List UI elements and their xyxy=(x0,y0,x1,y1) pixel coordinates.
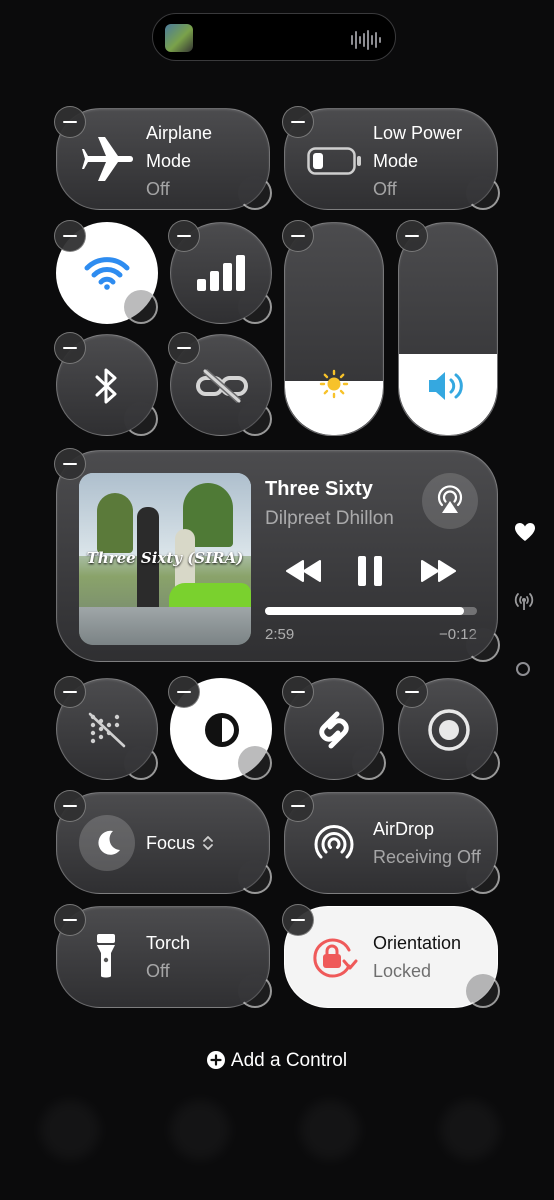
page-dot-icon[interactable] xyxy=(516,662,530,676)
resize-low-power-handle[interactable] xyxy=(466,176,500,210)
pause-button[interactable] xyxy=(355,555,385,587)
resize-torch-handle[interactable] xyxy=(238,974,272,1008)
airplane-icon xyxy=(82,137,133,181)
background-blur xyxy=(170,1100,230,1160)
airplay-button[interactable] xyxy=(422,473,478,529)
resize-airdrop-handle[interactable] xyxy=(466,860,500,894)
heart-icon[interactable] xyxy=(514,522,536,542)
elapsed-time: 2:59 xyxy=(265,626,295,643)
background-blur xyxy=(40,1100,100,1160)
remove-hotspot-button[interactable] xyxy=(168,332,200,364)
remove-bluetooth-button[interactable] xyxy=(54,332,86,364)
plus-circle-icon xyxy=(206,1051,225,1069)
flashlight-icon xyxy=(97,934,115,978)
volume-slider[interactable] xyxy=(398,222,498,436)
remove-low-power-button[interactable] xyxy=(282,106,314,138)
resize-orientation-handle[interactable] xyxy=(466,974,500,1008)
orientation-title: Orientation xyxy=(373,933,462,953)
fast-forward-button[interactable] xyxy=(420,559,456,583)
link-slash-icon xyxy=(196,369,248,403)
resize-shazam-handle[interactable] xyxy=(352,746,386,780)
screen-mirroring-off-icon xyxy=(88,712,126,748)
resize-airplane-handle[interactable] xyxy=(238,176,272,210)
remove-wifi-button[interactable] xyxy=(54,220,86,252)
remove-orientation-button[interactable] xyxy=(282,904,314,936)
orientation-lock-icon xyxy=(313,938,358,978)
playback-progress-bar[interactable] xyxy=(265,607,477,615)
track-artist: Dilpreet Dhillon xyxy=(265,508,394,529)
remove-volume-button[interactable] xyxy=(396,220,428,252)
add-control-button[interactable]: Add a Control xyxy=(0,1050,554,1072)
cellular-signal-icon xyxy=(197,255,245,291)
dynamic-island[interactable] xyxy=(152,13,396,61)
resize-bluetooth-handle[interactable] xyxy=(124,402,158,436)
resize-record-handle[interactable] xyxy=(466,746,500,780)
airplane-status: Off xyxy=(146,179,170,199)
remove-airdrop-button[interactable] xyxy=(282,790,314,822)
airdrop-title: AirDrop xyxy=(373,819,435,839)
moon-icon xyxy=(98,830,120,855)
battery-icon xyxy=(307,147,361,175)
brightness-slider[interactable] xyxy=(284,222,384,436)
now-playing-widget[interactable]: Three Sixty (SIRA) Three Sixty Dilpreet … xyxy=(56,450,498,662)
low-power-title-line1: Low Power xyxy=(373,123,463,143)
resize-dark-mode-handle[interactable] xyxy=(238,746,272,780)
waveform-icon xyxy=(351,30,381,50)
album-artwork[interactable]: Three Sixty (SIRA) xyxy=(79,473,251,645)
airplane-title-line1: Airplane xyxy=(146,123,213,143)
background-blur xyxy=(440,1100,500,1160)
resize-focus-handle[interactable] xyxy=(238,860,272,894)
track-title: Three Sixty xyxy=(265,478,373,500)
rewind-button[interactable] xyxy=(286,559,322,583)
resize-now-playing-handle[interactable] xyxy=(466,628,500,662)
sun-icon xyxy=(319,369,349,399)
remove-torch-button[interactable] xyxy=(54,904,86,936)
resize-hotspot-handle[interactable] xyxy=(238,402,272,436)
screen-record-icon xyxy=(428,709,470,751)
remove-shazam-button[interactable] xyxy=(282,676,314,708)
low-power-status: Off xyxy=(373,179,397,199)
torch-status: Off xyxy=(146,961,170,981)
add-control-label: Add a Control xyxy=(230,1050,348,1071)
airdrop-status: Receiving Off xyxy=(373,847,481,867)
low-power-title-line2: Mode xyxy=(373,151,419,171)
resize-wifi-handle[interactable] xyxy=(124,290,158,324)
remove-dark-mode-button[interactable] xyxy=(168,676,200,708)
airplane-title-line2: Mode xyxy=(146,151,192,171)
resize-cellular-handle[interactable] xyxy=(238,290,272,324)
focus-icon-circle xyxy=(79,815,135,871)
remove-record-button[interactable] xyxy=(396,676,428,708)
background-blur xyxy=(300,1100,360,1160)
playback-progress-fill xyxy=(265,607,465,615)
wifi-icon xyxy=(84,257,130,290)
airplay-audio-icon xyxy=(437,485,463,513)
remove-airplane-button[interactable] xyxy=(54,106,86,138)
remove-cellular-button[interactable] xyxy=(168,220,200,252)
chevron-up-down-icon xyxy=(203,836,213,850)
torch-title: Torch xyxy=(146,933,191,953)
airdrop-icon xyxy=(314,825,354,859)
focus-label: Focus xyxy=(146,833,196,853)
album-art-icon xyxy=(165,24,193,52)
bluetooth-icon xyxy=(95,368,117,404)
orientation-status: Locked xyxy=(373,961,432,981)
shazam-icon xyxy=(319,711,349,749)
resize-mirroring-handle[interactable] xyxy=(124,746,158,780)
remove-now-playing-button[interactable] xyxy=(54,448,86,480)
speaker-icon xyxy=(429,372,463,400)
album-art-title: Three Sixty (SIRA) xyxy=(86,549,244,567)
antenna-icon[interactable] xyxy=(513,591,535,611)
dark-mode-icon xyxy=(205,713,239,747)
remove-brightness-button[interactable] xyxy=(282,220,314,252)
remove-mirroring-button[interactable] xyxy=(54,676,86,708)
remove-focus-button[interactable] xyxy=(54,790,86,822)
